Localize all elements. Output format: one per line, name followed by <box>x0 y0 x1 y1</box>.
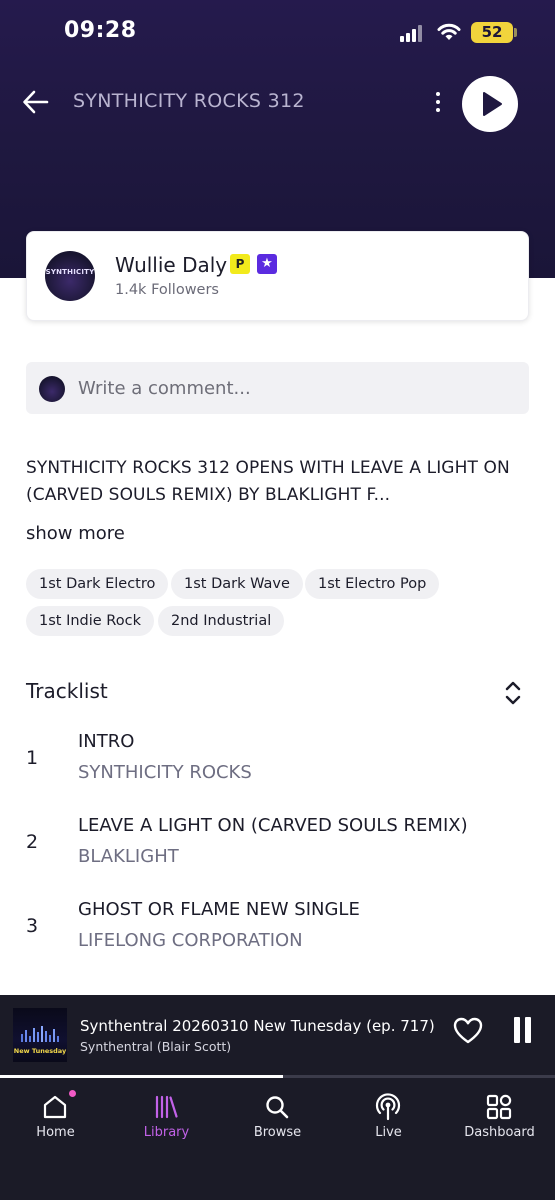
artist-card[interactable]: SYNTHICITY Wullie Daly P ★ 1.4k Follower… <box>26 231 529 321</box>
track-row[interactable]: 1 INTRO SYNTHICITY ROCKS <box>0 729 555 791</box>
back-button[interactable] <box>20 84 52 120</box>
equalizer-artwork-graphic <box>21 1026 59 1042</box>
nav-label: Live <box>375 1125 402 1140</box>
like-button[interactable] <box>452 1015 484 1047</box>
status-time: 09:28 <box>64 18 137 43</box>
chevron-up-down-icon <box>505 681 521 705</box>
avatar-logo-text: SYNTHICITY <box>45 268 95 276</box>
page-title: SYNTHICITY ROCKS 312 <box>73 90 305 112</box>
show-more-link[interactable]: show more <box>26 523 125 544</box>
wifi-icon <box>437 23 461 40</box>
nav-label: Browse <box>253 1125 302 1140</box>
notification-dot <box>69 1090 76 1097</box>
broadcast-icon <box>375 1093 401 1121</box>
now-playing-artwork: New Tunesday <box>13 1008 67 1062</box>
pause-button[interactable] <box>512 1017 532 1043</box>
nav-label: Library <box>143 1125 190 1140</box>
mini-player[interactable]: New Tunesday Synthentral 20260310 New Tu… <box>0 995 555 1075</box>
nav-label: Dashboard <box>464 1125 535 1140</box>
comment-box[interactable] <box>26 362 529 414</box>
user-avatar <box>39 376 65 402</box>
artwork-caption: New Tunesday <box>13 1047 67 1055</box>
status-bar: 09:28 52 <box>0 0 555 64</box>
nav-dashboard[interactable]: Dashboard <box>444 1078 555 1158</box>
genre-tag[interactable]: 1st Dark Wave <box>171 569 303 599</box>
track-number: 1 <box>26 747 39 769</box>
arrow-left-icon <box>23 90 49 114</box>
now-playing-title: Synthentral 20260310 New Tunesday (ep. 7… <box>80 1017 435 1035</box>
track-title: INTRO <box>78 731 135 752</box>
track-number: 2 <box>26 831 39 853</box>
description-text: SYNTHICITY ROCKS 312 OPENS WITH LEAVE A … <box>26 458 510 505</box>
heart-outline-icon <box>453 1017 483 1044</box>
track-artist: LIFELONG CORPORATION <box>78 930 303 951</box>
battery-indicator: 52 <box>471 22 513 43</box>
signal-bars-icon <box>400 24 426 42</box>
track-number: 3 <box>26 915 39 937</box>
nav-live[interactable]: Live <box>333 1078 444 1158</box>
tracklist-expand-button[interactable] <box>502 679 524 707</box>
home-icon <box>43 1095 67 1119</box>
genre-tag[interactable]: 2nd Industrial <box>158 606 285 636</box>
bottom-navigation: Home Library Browse Live Dashboard <box>0 1078 555 1200</box>
dashboard-grid-icon <box>486 1094 512 1120</box>
genre-tag[interactable]: 1st Dark Electro <box>26 569 169 599</box>
now-playing-artist: Synthentral (Blair Scott) <box>80 1039 232 1054</box>
play-button[interactable] <box>462 76 518 132</box>
more-options-button[interactable] <box>430 86 446 118</box>
track-row[interactable]: 2 LEAVE A LIGHT ON (CARVED SOULS REMIX) … <box>0 813 555 875</box>
artist-name[interactable]: Wullie Daly <box>115 253 227 277</box>
pro-badge: P <box>230 254 250 274</box>
nav-library[interactable]: Library <box>111 1078 222 1158</box>
comment-input[interactable] <box>78 376 508 400</box>
artist-avatar[interactable]: SYNTHICITY <box>45 251 95 301</box>
nav-home[interactable]: Home <box>0 1078 111 1158</box>
nav-browse[interactable]: Browse <box>222 1078 333 1158</box>
track-row[interactable]: 3 GHOST OR FLAME NEW SINGLE LIFELONG COR… <box>0 897 555 959</box>
track-artist: BLAKLIGHT <box>78 846 179 867</box>
track-title: LEAVE A LIGHT ON (CARVED SOULS REMIX) <box>78 815 468 836</box>
genre-tag[interactable]: 1st Electro Pop <box>305 569 440 599</box>
battery-tip <box>514 28 517 37</box>
genre-tag[interactable]: 1st Indie Rock <box>26 606 154 636</box>
track-title: GHOST OR FLAME NEW SINGLE <box>78 899 360 920</box>
search-icon <box>266 1096 289 1119</box>
star-badge-icon: ★ <box>257 254 277 274</box>
track-artist: SYNTHICITY ROCKS <box>78 762 252 783</box>
play-icon <box>483 92 502 116</box>
library-icon <box>155 1095 178 1119</box>
nav-label: Home <box>36 1125 75 1140</box>
tracklist-heading: Tracklist <box>26 679 108 703</box>
followers-count: 1.4k Followers <box>115 282 219 298</box>
